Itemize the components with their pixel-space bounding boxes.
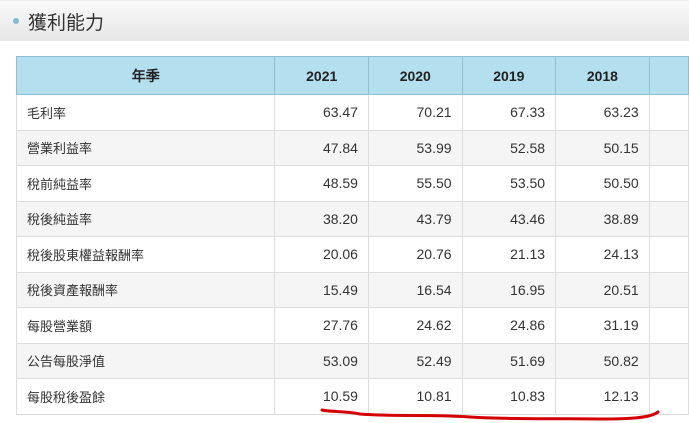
red-underline-annotation — [320, 408, 660, 421]
